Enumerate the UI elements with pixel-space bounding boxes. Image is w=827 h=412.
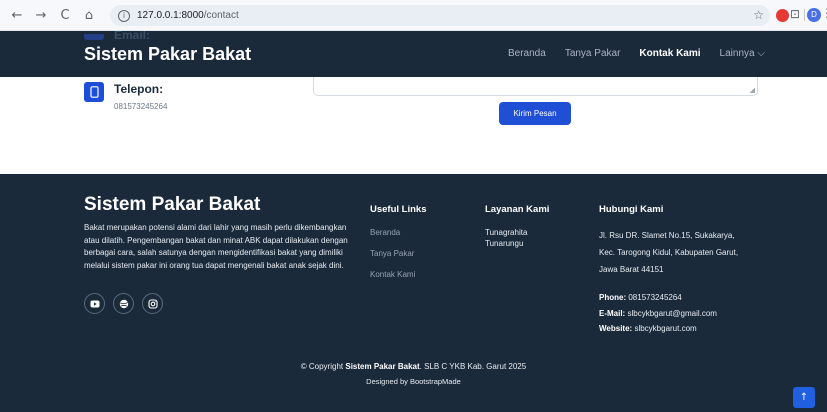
social-links — [84, 293, 163, 314]
useful-links-list: Beranda Tanya Pakar Kontak Kami — [370, 227, 415, 290]
phone-label: Telepon: — [114, 82, 164, 96]
copyright: © Copyright Sistem Pakar Bakat. SLB C YK… — [0, 362, 827, 371]
footer-phone-value: 081573245264 — [628, 293, 682, 302]
address-line: Kec. Tarogong Kidul, Kabupaten Garut, — [599, 248, 739, 257]
footer-description: Bakat merupakan potensi alami dari lahir… — [84, 223, 348, 270]
footer-website-label: Website: — [599, 324, 633, 333]
footer-link-tanya-pakar[interactable]: Tanya Pakar — [370, 248, 415, 260]
toolbar-divider — [804, 9, 805, 21]
copyright-prefix: © Copyright — [300, 362, 344, 371]
message-textarea[interactable]: ◢ — [313, 77, 758, 96]
back-arrow-icon[interactable]: ← — [6, 4, 28, 26]
send-message-button[interactable]: Kirim Pesan — [499, 102, 571, 125]
reload-icon[interactable]: C — [54, 4, 76, 26]
address-line: Jl. Rsu DR. Slamet No.15, Sukakarya, — [599, 231, 735, 240]
forward-arrow-icon[interactable]: → — [30, 4, 52, 26]
footer-website: Website: slbcykbgarut.com — [599, 321, 717, 337]
contact-details: Phone: 081573245264 E-Mail: slbcykbgarut… — [599, 290, 717, 337]
layanan-tunagrahita[interactable]: Tunagrahita — [485, 227, 527, 238]
footer-brand[interactable]: Sistem Pakar Bakat — [84, 194, 260, 216]
footer-phone: Phone: 081573245264 — [599, 290, 717, 306]
globe-icon[interactable] — [113, 293, 134, 314]
phone-icon — [84, 82, 104, 102]
main-nav: Beranda Tanya Pakar Kontak Kami Lainnya … — [508, 48, 765, 59]
nav-tanya-pakar[interactable]: Tanya Pakar — [565, 48, 621, 59]
youtube-icon[interactable] — [84, 293, 105, 314]
nav-beranda[interactable]: Beranda — [508, 48, 546, 59]
footer-website-value[interactable]: slbcykbgarut.com — [634, 324, 696, 333]
menu-kebab-icon[interactable]: ⋮ — [821, 6, 827, 20]
contact-phone-block: Telepon: 081573245264 — [84, 82, 167, 111]
phone-value: 081573245264 — [114, 102, 168, 111]
url-host: 127.0.0.1:8000 — [137, 10, 204, 21]
site-footer: Sistem Pakar Bakat Bakat merupakan poten… — [0, 174, 827, 412]
browser-nav-buttons: ← → C ⌂ — [6, 4, 100, 26]
designed-by[interactable]: Designed by BootstrapMade — [0, 377, 827, 386]
home-icon[interactable]: ⌂ — [78, 4, 100, 26]
info-icon[interactable]: i — [118, 9, 130, 22]
layanan-tunarungu[interactable]: Tunarungu — [485, 238, 527, 249]
address-bar[interactable]: i 127.0.0.1:8000/contact ☆ — [110, 5, 770, 26]
footer-email-label: E-Mail: — [599, 308, 626, 318]
back-to-top-button[interactable]: ↑ — [793, 387, 815, 408]
email-label: Email: — [114, 31, 151, 40]
puzzle-extension-icon[interactable]: ⊡ — [790, 8, 800, 21]
footer-phone-label: Phone: — [599, 293, 627, 302]
hubungi-heading: Hubungi Kami — [599, 204, 664, 215]
instagram-icon[interactable] — [142, 293, 163, 314]
address-block: Jl. Rsu DR. Slamet No.15, Sukakarya, Kec… — [599, 227, 779, 278]
bookmark-star-icon[interactable]: ☆ — [753, 8, 764, 22]
extension-red-icon[interactable] — [776, 9, 789, 22]
useful-links-heading: Useful Links — [370, 204, 427, 215]
email-icon — [84, 34, 104, 40]
email-info-peek: Email: — [84, 31, 150, 40]
layanan-list: Tunagrahita Tunarungu — [485, 227, 527, 249]
site-logo[interactable]: Sistem Pakar Bakat — [84, 44, 251, 65]
copyright-suffix: . SLB C YKB Kab. Garut 2025 — [419, 362, 527, 371]
footer-link-beranda[interactable]: Beranda — [370, 227, 415, 239]
footer-link-kontak-kami[interactable]: Kontak Kami — [370, 269, 415, 281]
nav-lainnya-dropdown[interactable]: Lainnya ⌵ — [720, 48, 765, 59]
resize-grip-icon[interactable]: ◢ — [750, 86, 755, 94]
layanan-heading: Layanan Kami — [485, 204, 550, 215]
copyright-brand: Sistem Pakar Bakat — [345, 362, 420, 371]
address-line: Jawa Barat 44151 — [599, 265, 664, 274]
profile-avatar[interactable]: D — [807, 8, 821, 22]
nav-kontak-kami[interactable]: Kontak Kami — [639, 48, 700, 59]
url-path: /contact — [203, 10, 239, 21]
browser-toolbar: ← → C ⌂ i 127.0.0.1:8000/contact ☆ ⊡ D ⋮ — [0, 0, 827, 31]
footer-email: E-Mail: slbcykbgarut@gmail.com — [599, 306, 717, 322]
footer-email-value[interactable]: slbcykbgarut@gmail.com — [627, 309, 716, 318]
phone-text: Telepon: 081573245264 — [114, 82, 167, 111]
